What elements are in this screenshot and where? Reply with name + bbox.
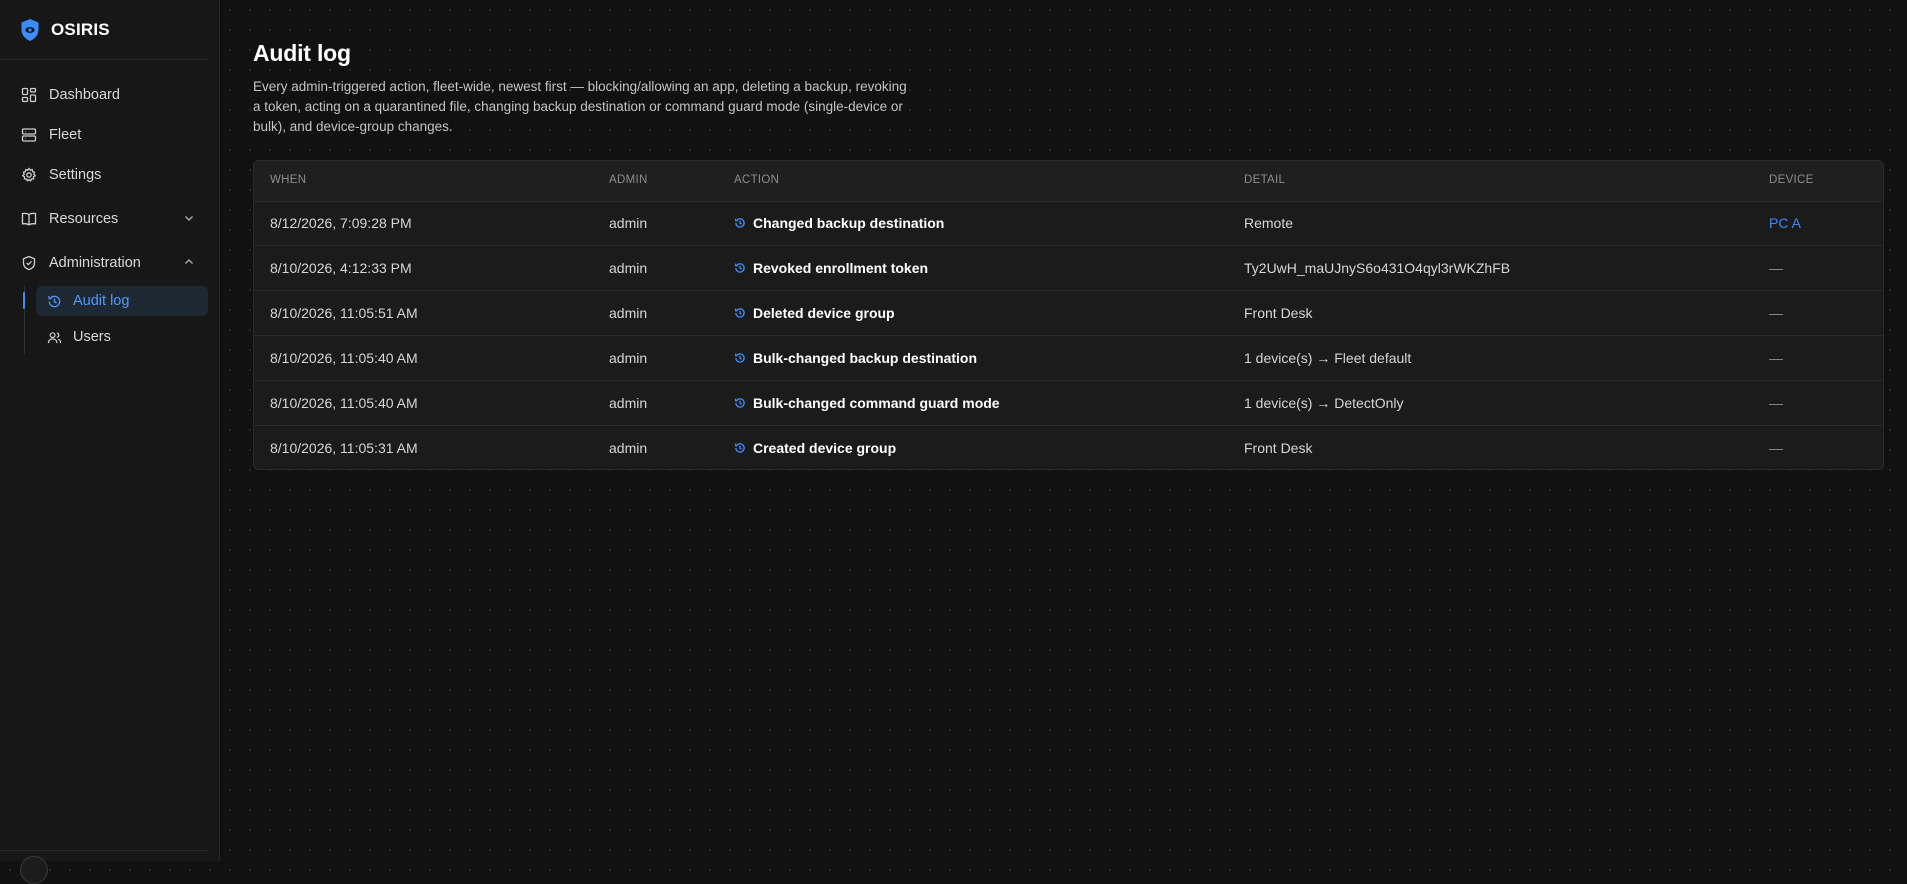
sidebar-item-settings[interactable]: Settings [12, 159, 208, 191]
column-header-when: WHEN [270, 174, 307, 186]
action-label: Deleted device group [753, 305, 895, 321]
table-row: 8/10/2026, 11:05:51 AM admin Deleted dev… [254, 291, 1883, 336]
active-indicator [23, 292, 25, 309]
table-header: WHEN ADMIN ACTION DETAIL DEVICE [254, 161, 1883, 202]
sidebar: OSIRIS Dashboard Fleet Settings Resource… [0, 0, 220, 884]
table-row: 8/10/2026, 11:05:40 AM admin Bulk-change… [254, 336, 1883, 381]
chevron-up-icon [185, 259, 193, 264]
cell-admin: admin [609, 395, 648, 411]
action-label: Bulk-changed command guard mode [753, 395, 1000, 411]
history-icon [734, 443, 745, 453]
action-label: Revoked enrollment token [753, 260, 929, 276]
sidebar-item-label: Administration [49, 255, 141, 271]
sidebar-item-label: Audit log [73, 293, 130, 309]
cell-detail: 1 device(s) → DetectOnly [1244, 395, 1404, 411]
sidebar-item-administration[interactable]: Administration [12, 247, 208, 279]
sidebar-item-label: Settings [49, 167, 102, 183]
cell-admin: admin [609, 440, 648, 456]
sidebar-divider [0, 59, 208, 60]
history-icon [734, 353, 745, 363]
cell-when: 8/10/2026, 11:05:40 AM [270, 350, 418, 366]
sidebar-item-resources[interactable]: Resources [12, 203, 208, 235]
cell-device: — [1769, 440, 1783, 456]
column-header-detail: DETAIL [1244, 174, 1286, 186]
cell-admin: admin [609, 215, 648, 231]
cell-when: 8/10/2026, 4:12:33 PM [270, 260, 412, 276]
cell-action: Deleted device group [734, 305, 895, 321]
column-header-admin: ADMIN [609, 174, 648, 186]
sidebar-item-fleet[interactable]: Fleet [12, 119, 208, 151]
cell-detail: Remote [1244, 215, 1294, 231]
column-header-action: ACTION [734, 174, 780, 186]
history-icon [734, 218, 745, 228]
cell-when: 8/10/2026, 11:05:31 AM [270, 440, 418, 456]
sidebar-item-label: Resources [49, 211, 119, 227]
brand-name: OSIRIS [51, 20, 110, 39]
shield-check-icon [22, 255, 36, 271]
cell-detail: Front Desk [1244, 440, 1313, 456]
cell-action: Revoked enrollment token [734, 260, 928, 276]
avatar[interactable] [20, 856, 48, 884]
cell-device: — [1769, 350, 1783, 366]
sidebar-footer-divider [0, 850, 208, 851]
device-link[interactable]: PC A [1769, 215, 1801, 231]
page-title: Audit log [253, 40, 351, 66]
cell-action: Bulk-changed command guard mode [734, 395, 1000, 411]
cell-admin: admin [609, 305, 648, 321]
book-icon [21, 212, 37, 226]
cell-action: Created device group [734, 440, 896, 456]
history-icon [734, 308, 745, 318]
sidebar-item-label: Fleet [49, 127, 82, 143]
cell-action: Bulk-changed backup destination [734, 350, 977, 366]
cell-when: 8/12/2026, 7:09:28 PM [270, 215, 412, 231]
sidebar-item-label: Dashboard [49, 87, 120, 103]
sidebar-item-dashboard[interactable]: Dashboard [12, 79, 208, 111]
column-header-device: DEVICE [1769, 174, 1814, 186]
chevron-down-icon [185, 216, 193, 221]
cell-action: Changed backup destination [734, 215, 944, 231]
cell-device: — [1769, 305, 1783, 321]
cell-when: 8/10/2026, 11:05:51 AM [270, 305, 418, 321]
table-row: 8/10/2026, 4:12:33 PM admin Revoked enro… [254, 246, 1883, 291]
cell-device: — [1769, 395, 1783, 411]
table-row: 8/12/2026, 7:09:28 PM admin Changed back… [254, 201, 1883, 246]
osiris-shield-logo-icon [21, 19, 39, 41]
table-row: 8/10/2026, 11:05:31 AM admin Created dev… [254, 426, 1883, 469]
cell-admin: admin [609, 260, 648, 276]
table-row: 8/10/2026, 11:05:40 AM admin Bulk-change… [254, 381, 1883, 426]
history-icon [734, 398, 745, 408]
action-label: Created device group [753, 440, 897, 456]
sidebar-item-users[interactable]: Users [36, 322, 208, 352]
cell-detail: Ty2UwH_maUJnyS6o431O4qyl3rWKZhFB [1244, 260, 1511, 276]
history-icon [48, 295, 61, 307]
action-label: Changed backup destination [753, 215, 945, 231]
cell-admin: admin [609, 350, 648, 366]
cell-detail: 1 device(s) → Fleet default [1244, 350, 1412, 366]
page-description: Every admin-triggered action, fleet-wide… [253, 79, 907, 134]
server-icon [21, 128, 37, 142]
action-label: Bulk-changed backup destination [753, 350, 978, 366]
sidebar-item-label: Users [73, 329, 111, 345]
audit-log-table: WHEN ADMIN ACTION DETAIL DEVICE 8/12/202… [253, 160, 1884, 470]
cell-device: — [1769, 260, 1783, 276]
cell-detail: Front Desk [1244, 305, 1313, 321]
users-icon [47, 331, 62, 343]
cell-when: 8/10/2026, 11:05:40 AM [270, 395, 418, 411]
history-icon [734, 263, 745, 273]
sidebar-item-audit-log[interactable]: Audit log [36, 286, 208, 316]
gear-icon [21, 167, 37, 182]
brand[interactable]: OSIRIS [20, 16, 110, 44]
dashboard-icon [21, 87, 37, 103]
